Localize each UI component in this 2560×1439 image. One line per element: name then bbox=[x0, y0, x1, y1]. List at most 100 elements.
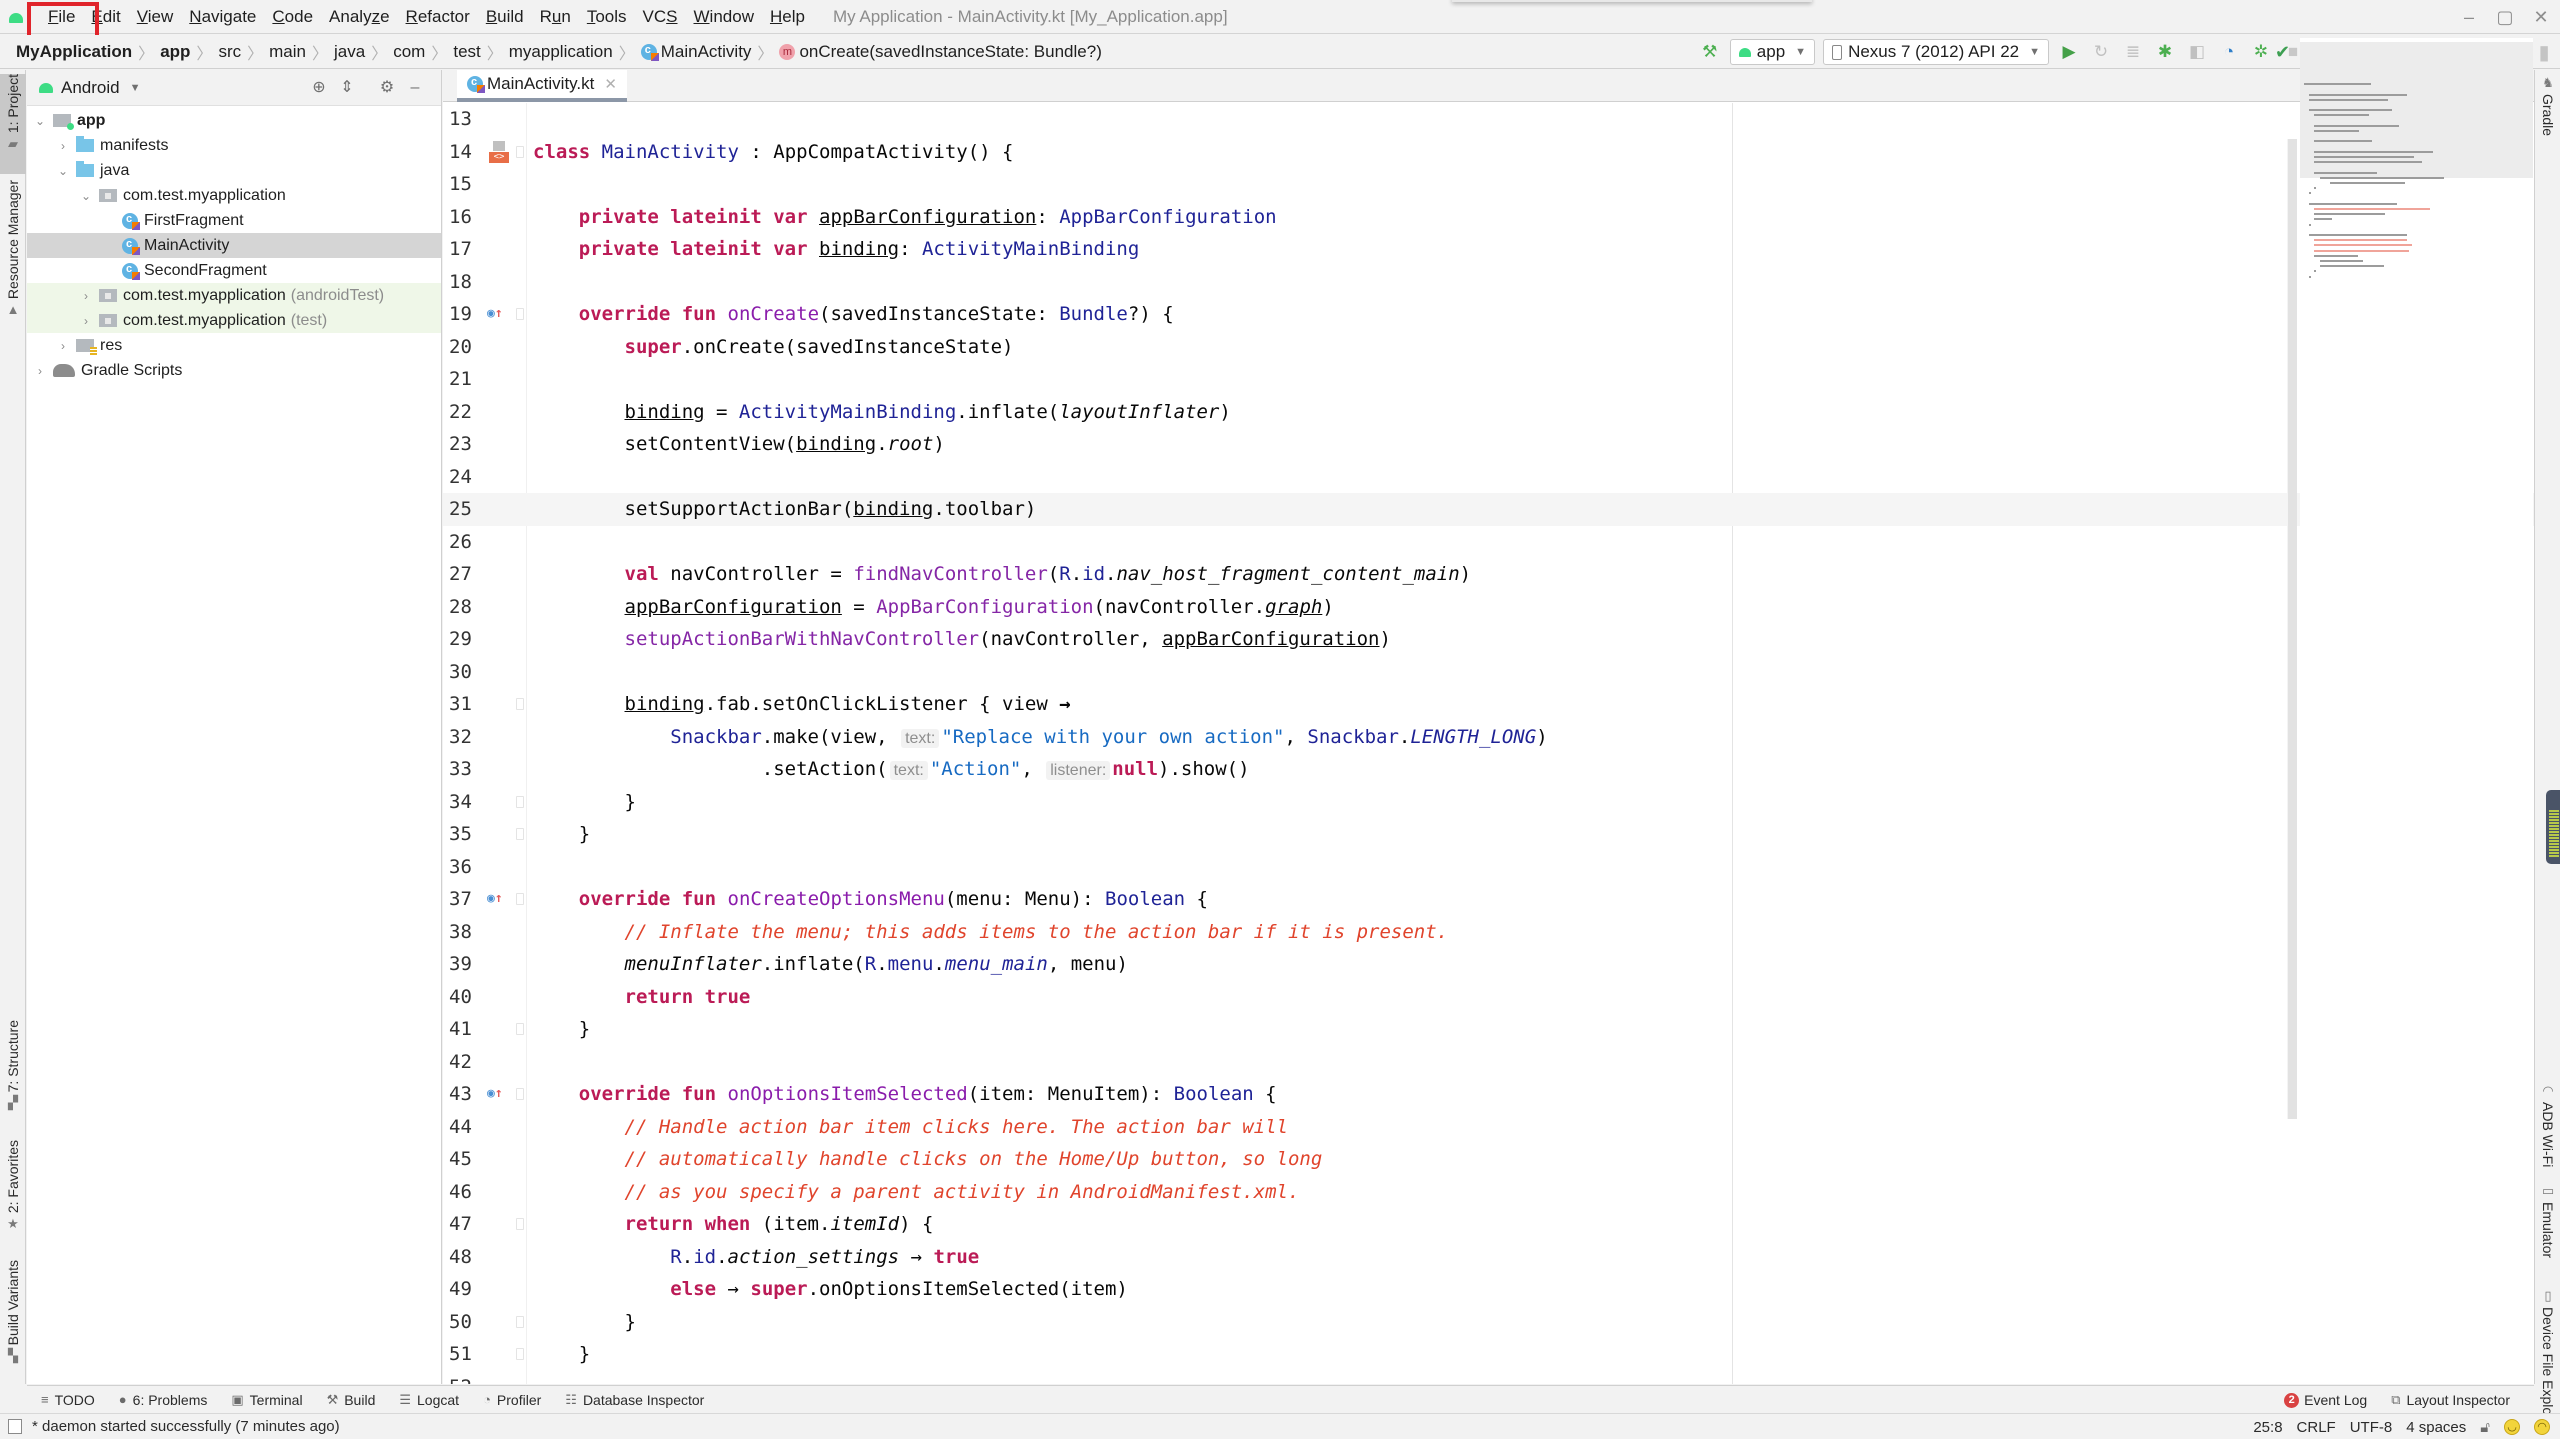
code-line[interactable]: 18 bbox=[443, 266, 2534, 299]
tree-item[interactable]: › manifests bbox=[27, 133, 441, 158]
code-line[interactable]: 20 super.onCreate(savedInstanceState) bbox=[443, 331, 2534, 364]
code-line[interactable]: 41 } bbox=[443, 1013, 2534, 1046]
menu-code[interactable]: Code bbox=[264, 0, 321, 34]
tree-item[interactable]: c MainActivity bbox=[27, 233, 441, 258]
code-line[interactable]: 48 R.id.action_settings → true bbox=[443, 1241, 2534, 1274]
toggle-tool-windows-icon[interactable] bbox=[8, 1419, 22, 1434]
chevron-right-icon[interactable]: › bbox=[79, 314, 93, 328]
related-layout-icon[interactable] bbox=[489, 140, 509, 165]
code-line[interactable]: 49 else → super.onOptionsItemSelected(it… bbox=[443, 1273, 2534, 1306]
code-line[interactable]: 19 ◉ override fun onCreate(savedInstanceS… bbox=[443, 298, 2534, 331]
code-line[interactable]: 25 setSupportActionBar(binding.toolbar) bbox=[443, 493, 2534, 526]
overrides-method-icon[interactable]: ◉ bbox=[487, 883, 503, 916]
tree-item[interactable]: ⌄ app bbox=[27, 108, 441, 133]
tab-adb-wifi[interactable]: ◠ ADB Wi-Fi bbox=[2535, 1080, 2560, 1170]
tree-item[interactable]: › Gradle Scripts bbox=[27, 358, 441, 383]
run-config-select[interactable]: app ▼ bbox=[1729, 39, 1816, 65]
tab-build-variants[interactable]: Build Variants ▚ bbox=[0, 1260, 26, 1380]
tool-terminal[interactable]: ▣ Terminal bbox=[231, 1392, 302, 1408]
menu-run[interactable]: Run bbox=[532, 0, 579, 34]
memory-indicator[interactable] bbox=[2546, 790, 2560, 864]
chevron-right-icon[interactable]: › bbox=[56, 339, 70, 353]
code-line[interactable]: 23 setContentView(binding.root) bbox=[443, 428, 2534, 461]
tool-todo[interactable]: ≡ TODO bbox=[41, 1392, 95, 1408]
tab-gradle[interactable]: ♞ Gradle bbox=[2535, 72, 2560, 152]
tab-structure[interactable]: 7: Structure ▞ bbox=[0, 1020, 26, 1130]
collapse-all-icon[interactable]: ⇕ bbox=[337, 78, 357, 98]
code-line[interactable]: 42 bbox=[443, 1046, 2534, 1079]
code-line[interactable]: 52 bbox=[443, 1371, 2534, 1385]
apply-changes-icon[interactable]: ↻ bbox=[2087, 38, 2115, 66]
fold-marker-icon[interactable] bbox=[516, 1348, 524, 1360]
fold-marker-icon[interactable] bbox=[516, 145, 524, 158]
chevron-down-icon[interactable]: ▼ bbox=[130, 82, 141, 94]
code-line[interactable]: 50 } bbox=[443, 1306, 2534, 1339]
menu-build[interactable]: Build bbox=[478, 0, 532, 34]
no-problems-checkmark-icon[interactable]: ✔ bbox=[2275, 42, 2290, 63]
fold-marker-icon[interactable] bbox=[516, 1315, 524, 1328]
menu-analyze[interactable]: Analyze bbox=[321, 0, 398, 34]
layout-inspector-button[interactable]: ⧉ Layout Inspector bbox=[2391, 1392, 2510, 1408]
code-line[interactable]: 16 private lateinit var appBarConfigurat… bbox=[443, 201, 2534, 234]
code-line[interactable]: 38 // Inflate the menu; this adds items … bbox=[443, 916, 2534, 949]
menu-window[interactable]: Window bbox=[686, 0, 762, 34]
fold-marker-icon[interactable] bbox=[516, 1088, 524, 1100]
tree-item[interactable]: ⌄ com.test.myapplication bbox=[27, 183, 441, 208]
menu-refactor[interactable]: Refactor bbox=[398, 0, 478, 34]
code-line[interactable]: 33 .setAction(text: "Action", listener: nu… bbox=[443, 753, 2534, 786]
tree-item[interactable]: › com.test.myapplication (androidTest) bbox=[27, 283, 441, 308]
close-tab-icon[interactable]: ✕ bbox=[604, 75, 617, 93]
event-log-button[interactable]: 2 Event Log bbox=[2284, 1392, 2367, 1408]
menu-edit[interactable]: Edit bbox=[83, 0, 128, 34]
breadcrumb-item[interactable]: c MainActivity bbox=[640, 42, 751, 62]
attach-debugger-icon[interactable]: ◧ bbox=[2183, 38, 2211, 66]
fold-marker-icon[interactable] bbox=[516, 1023, 524, 1035]
breadcrumb-item[interactable]: com bbox=[393, 42, 425, 62]
overrides-method-icon[interactable]: ◉ bbox=[487, 1078, 503, 1111]
code-line[interactable]: 21 bbox=[443, 363, 2534, 396]
locate-file-icon[interactable]: ⊕ bbox=[309, 78, 329, 98]
tab-project[interactable]: 1: Project ▰ bbox=[0, 74, 26, 174]
debug-icon[interactable]: ✱ bbox=[2151, 38, 2179, 66]
tool-logcat[interactable]: ☰ Logcat bbox=[399, 1392, 459, 1408]
tree-item[interactable]: c FirstFragment bbox=[27, 208, 441, 233]
project-view-select[interactable]: Android bbox=[61, 78, 120, 98]
breadcrumb-item[interactable]: app bbox=[160, 42, 190, 62]
code-line[interactable]: 27 val navController = findNavController… bbox=[443, 558, 2534, 591]
breadcrumb-item[interactable]: src bbox=[218, 42, 241, 62]
code-line[interactable]: 32 Snackbar.make(view, text: "Replace wit… bbox=[443, 721, 2534, 754]
tool-profiler[interactable]: ◔ Profiler bbox=[483, 1392, 541, 1408]
code-line[interactable]: 17 private lateinit var binding: Activit… bbox=[443, 233, 2534, 266]
caret-position[interactable]: 25:8 bbox=[2253, 1419, 2282, 1436]
menu-help[interactable]: Help bbox=[762, 0, 813, 34]
vertical-scrollbar[interactable] bbox=[2287, 139, 2297, 1119]
fold-marker-icon[interactable] bbox=[516, 795, 524, 808]
account-icon[interactable]: ▮ bbox=[2530, 38, 2558, 66]
chevron-right-icon[interactable]: › bbox=[33, 364, 47, 378]
code-line[interactable]: 31 binding.fab.setOnClickListener { view… bbox=[443, 688, 2534, 721]
code-line[interactable]: 40 return true bbox=[443, 981, 2534, 1014]
tool-build[interactable]: ⚒ Build bbox=[327, 1392, 376, 1408]
hide-panel-icon[interactable]: – bbox=[405, 78, 425, 98]
close-window-button[interactable]: ✕ bbox=[2518, 0, 2560, 34]
menu-view[interactable]: View bbox=[129, 0, 182, 34]
menu-tools[interactable]: Tools bbox=[579, 0, 635, 34]
feedback-happy-icon[interactable]: ◡ bbox=[2504, 1419, 2520, 1435]
tree-item[interactable]: ⌄ java bbox=[27, 158, 441, 183]
device-select[interactable]: Nexus 7 (2012) API 22 ▼ bbox=[1823, 39, 2049, 65]
fold-marker-icon[interactable] bbox=[516, 1218, 524, 1230]
code-line[interactable]: 39 menuInflater.inflate(R.menu.menu_main… bbox=[443, 948, 2534, 981]
debug-attach-icon[interactable]: ✲ bbox=[2247, 38, 2275, 66]
code-line[interactable]: 29 setupActionBarWithNavController(navCo… bbox=[443, 623, 2534, 656]
gear-icon[interactable]: ⚙ bbox=[377, 78, 397, 98]
tab-mainactivity-kt[interactable]: c MainActivity.kt ✕ bbox=[457, 70, 627, 102]
code-line[interactable]: 28 appBarConfiguration = AppBarConfigura… bbox=[443, 591, 2534, 624]
code-line[interactable]: 45 // automatically handle clicks on the… bbox=[443, 1143, 2534, 1176]
chevron-right-icon[interactable]: › bbox=[79, 289, 93, 303]
overrides-method-icon[interactable]: ◉ bbox=[487, 298, 503, 331]
chevron-down-icon[interactable]: ⌄ bbox=[33, 114, 47, 128]
chevron-down-icon[interactable]: ⌄ bbox=[79, 189, 93, 203]
code-line[interactable]: 14 class MainActivity : AppCompatActivity… bbox=[443, 136, 2534, 169]
tool-6-problems[interactable]: ● 6: Problems bbox=[119, 1392, 208, 1408]
apply-code-changes-icon[interactable]: ≣ bbox=[2119, 38, 2147, 66]
